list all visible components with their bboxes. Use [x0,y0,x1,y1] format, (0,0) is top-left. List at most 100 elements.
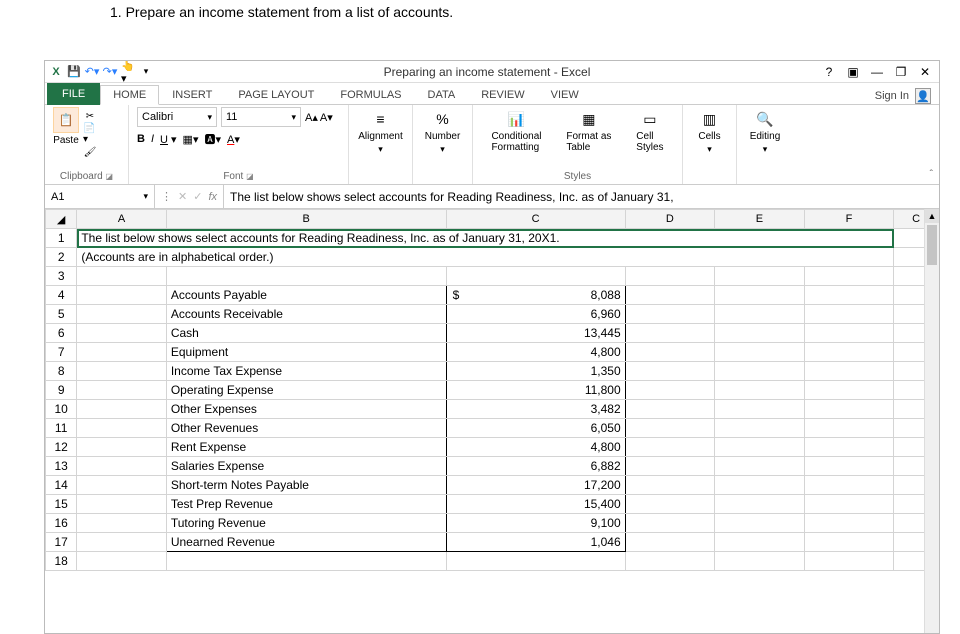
restore-button[interactable]: ❐ [893,64,909,80]
cell-A6[interactable] [77,324,167,343]
tab-review[interactable]: REVIEW [468,85,537,105]
row-header-7[interactable]: 7 [46,343,77,362]
cancel-entry-icon[interactable]: ✕ [178,190,187,203]
row-header-13[interactable]: 13 [46,457,77,476]
cell-E6[interactable] [715,324,805,343]
cell-B5[interactable]: Accounts Receivable [166,305,446,324]
cell-C10[interactable]: 3,482 [446,400,625,419]
font-size-select[interactable]: 11▾ [221,107,301,127]
row-header-11[interactable]: 11 [46,419,77,438]
cell-F6[interactable] [804,324,894,343]
cell-D9[interactable] [625,381,715,400]
fx-icon[interactable]: fx [208,191,217,203]
cell-F14[interactable] [804,476,894,495]
cell-C6[interactable]: 13,445 [446,324,625,343]
row-header-1[interactable]: 1 [46,229,77,248]
cell-C11[interactable]: 6,050 [446,419,625,438]
select-all-cell[interactable]: ◢ [46,210,77,229]
cell-D16[interactable] [625,514,715,533]
redo-icon[interactable]: ↷▾ [103,65,117,79]
font-name-select[interactable]: Calibri▾ [137,107,217,127]
col-header-D[interactable]: D [625,210,715,229]
cell-E4[interactable] [715,286,805,305]
tab-file[interactable]: FILE [47,83,100,105]
cell-F8[interactable] [804,362,894,381]
cell-D14[interactable] [625,476,715,495]
cell-E15[interactable] [715,495,805,514]
cell-A13[interactable] [77,457,167,476]
row-header-8[interactable]: 8 [46,362,77,381]
cell-B17[interactable]: Unearned Revenue [166,533,446,552]
cell-B14[interactable]: Short-term Notes Payable [166,476,446,495]
cell-B8[interactable]: Income Tax Expense [166,362,446,381]
close-button[interactable]: ✕ [917,64,933,80]
tab-page-layout[interactable]: PAGE LAYOUT [225,85,327,105]
cell-A9[interactable] [77,381,167,400]
cell-C14[interactable]: 17,200 [446,476,625,495]
cell-C7[interactable]: 4,800 [446,343,625,362]
increase-font-icon[interactable]: A▴ [305,111,318,124]
vertical-scrollbar[interactable]: ▲ [924,209,939,633]
cell-F7[interactable] [804,343,894,362]
borders-button[interactable]: ▦▾ [183,133,199,146]
cell-E8[interactable] [715,362,805,381]
cell-B11[interactable]: Other Revenues [166,419,446,438]
cell-A1[interactable]: The list below shows select accounts for… [77,229,894,248]
dialog-launcher-icon[interactable]: ◪ [106,172,114,181]
cell-B13[interactable]: Salaries Expense [166,457,446,476]
row-header-16[interactable]: 16 [46,514,77,533]
number-button[interactable]: % Number ▾ [421,107,464,157]
cell-F13[interactable] [804,457,894,476]
cell-C17[interactable]: 1,046 [446,533,625,552]
col-header-B[interactable]: B [166,210,446,229]
cell-F4[interactable] [804,286,894,305]
user-avatar-icon[interactable]: 👤 [915,88,931,104]
cell-D17[interactable] [625,533,715,552]
cell-B4[interactable]: Accounts Payable [166,286,446,305]
cell-F17[interactable] [804,533,894,552]
cell-A16[interactable] [77,514,167,533]
cell-E9[interactable] [715,381,805,400]
cell-F11[interactable] [804,419,894,438]
cells-button[interactable]: ▥ Cells ▾ [691,107,728,157]
format-as-table-button[interactable]: ▦ Format as Table [562,107,615,155]
worksheet-grid[interactable]: ◢ A B C D E F C 1The list below shows se… [45,209,939,633]
row-header-5[interactable]: 5 [46,305,77,324]
row-header-17[interactable]: 17 [46,533,77,552]
cell-E16[interactable] [715,514,805,533]
cell-B15[interactable]: Test Prep Revenue [166,495,446,514]
undo-icon[interactable]: ↶▾ [85,65,99,79]
format-painter-icon[interactable]: 🖌 [83,145,97,159]
cell-D12[interactable] [625,438,715,457]
bold-button[interactable]: B [137,133,145,145]
cell-E12[interactable] [715,438,805,457]
tab-home[interactable]: HOME [100,85,159,105]
cell-A15[interactable] [77,495,167,514]
tab-view[interactable]: VIEW [538,85,592,105]
tab-formulas[interactable]: FORMULAS [327,85,414,105]
row-header-6[interactable]: 6 [46,324,77,343]
cell-C12[interactable]: 4,800 [446,438,625,457]
fx-options-icon[interactable]: ⋮ [161,190,172,203]
tab-insert[interactable]: INSERT [159,85,225,105]
qat-customize-icon[interactable]: ▾ [139,65,153,79]
cell-C5[interactable]: 6,960 [446,305,625,324]
enter-entry-icon[interactable]: ✓ [193,190,202,203]
col-header-C[interactable]: C [446,210,625,229]
cut-icon[interactable]: ✂ [83,109,97,123]
cell-B7[interactable]: Equipment [166,343,446,362]
cell-F12[interactable] [804,438,894,457]
row-header-4[interactable]: 4 [46,286,77,305]
copy-icon[interactable]: 📄▾ [83,127,97,141]
row-header-18[interactable]: 18 [46,552,77,571]
cell-D11[interactable] [625,419,715,438]
scroll-thumb[interactable] [927,225,937,265]
cell-A10[interactable] [77,400,167,419]
cell-C15[interactable]: 15,400 [446,495,625,514]
paste-button[interactable]: 📋 [53,107,79,133]
help-button[interactable]: ? [821,64,837,80]
editing-button[interactable]: 🔍 Editing ▾ [745,107,785,157]
cell-A14[interactable] [77,476,167,495]
cell-D7[interactable] [625,343,715,362]
cell-B10[interactable]: Other Expenses [166,400,446,419]
